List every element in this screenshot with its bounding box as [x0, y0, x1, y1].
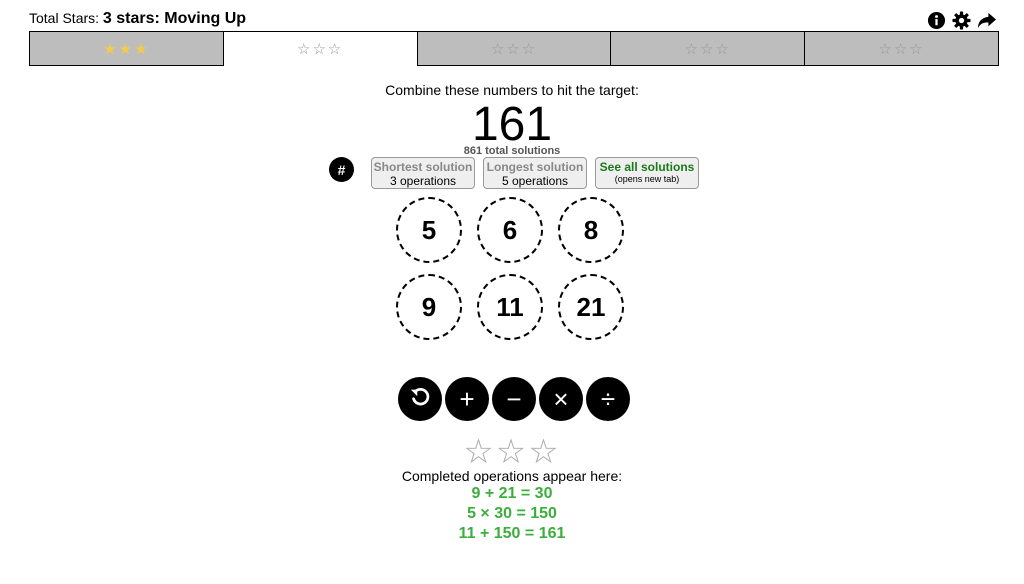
longest-solution-button[interactable]: Longest solution 5 operations — [483, 157, 587, 189]
tab-stars: ☆☆☆ — [490, 40, 538, 58]
total-stars-label: Total Stars: — [29, 10, 100, 26]
number-tile[interactable]: 21 — [558, 274, 624, 340]
all-solutions-button[interactable]: See all solutions (opens new tab) — [595, 157, 699, 189]
undo-button[interactable] — [398, 377, 442, 421]
tab-stars: ★★★ — [103, 40, 150, 58]
total-stars: Total Stars: 3 stars: Moving Up — [29, 10, 246, 28]
info-icon[interactable] — [927, 11, 946, 30]
tab-stars: ☆☆☆ — [878, 40, 925, 58]
gear-icon[interactable] — [952, 11, 971, 30]
top-icons — [927, 11, 996, 30]
longest-solution-title: Longest solution — [486, 160, 584, 174]
result-stars: ☆☆☆ — [463, 433, 561, 471]
operation-entry: 11 + 150 = 161 — [458, 525, 566, 542]
divide-button[interactable]: ÷ — [586, 377, 630, 421]
tab-puzzle-4[interactable]: ☆☆☆ — [610, 31, 806, 66]
shortest-solution-title: Shortest solution — [373, 160, 473, 174]
puzzle-tabs: ★★★ ☆☆☆ ☆☆☆ ☆☆☆ ☆☆☆ — [29, 31, 999, 66]
game-prompt: Combine these numbers to hit the target: — [385, 82, 639, 98]
multiply-button[interactable]: × — [539, 377, 583, 421]
shortest-solution-button[interactable]: Shortest solution 3 operations — [371, 157, 475, 189]
total-stars-value: 3 stars: Moving Up — [102, 10, 247, 27]
target-number: 161 — [471, 98, 553, 151]
all-solutions-title: See all solutions — [599, 160, 695, 174]
operation-entry: 5 × 30 = 150 — [467, 505, 557, 522]
number-tile[interactable]: 6 — [477, 197, 543, 263]
share-icon[interactable] — [977, 11, 996, 30]
number-tile[interactable]: 5 — [396, 197, 462, 263]
add-button[interactable]: + — [445, 377, 489, 421]
shortest-solution-ops: 3 operations — [389, 174, 457, 188]
number-tile[interactable]: 8 — [558, 197, 624, 263]
operations-list: 9 + 21 = 30 5 × 30 = 150 11 + 150 = 161 — [0, 484, 1024, 544]
tab-stars: ☆☆☆ — [684, 40, 731, 58]
operation-entry: 9 + 21 = 30 — [471, 485, 553, 502]
tab-puzzle-3[interactable]: ☆☆☆ — [416, 31, 612, 66]
tab-puzzle-2[interactable]: ☆☆☆ — [222, 31, 418, 66]
undo-icon — [409, 384, 431, 415]
hash-button[interactable]: # — [329, 157, 354, 182]
longest-solution-ops: 5 operations — [501, 174, 569, 188]
tab-puzzle-1[interactable]: ★★★ — [29, 31, 224, 66]
solution-count: 861 total solutions — [463, 145, 561, 157]
tab-stars: ☆☆☆ — [297, 41, 344, 58]
all-solutions-note: (opens new tab) — [614, 174, 680, 184]
completed-label: Completed operations appear here: — [401, 468, 623, 484]
number-tile[interactable]: 9 — [396, 274, 462, 340]
subtract-button[interactable]: − — [492, 377, 536, 421]
number-tile[interactable]: 11 — [477, 274, 543, 340]
tab-puzzle-5[interactable]: ☆☆☆ — [804, 31, 999, 66]
